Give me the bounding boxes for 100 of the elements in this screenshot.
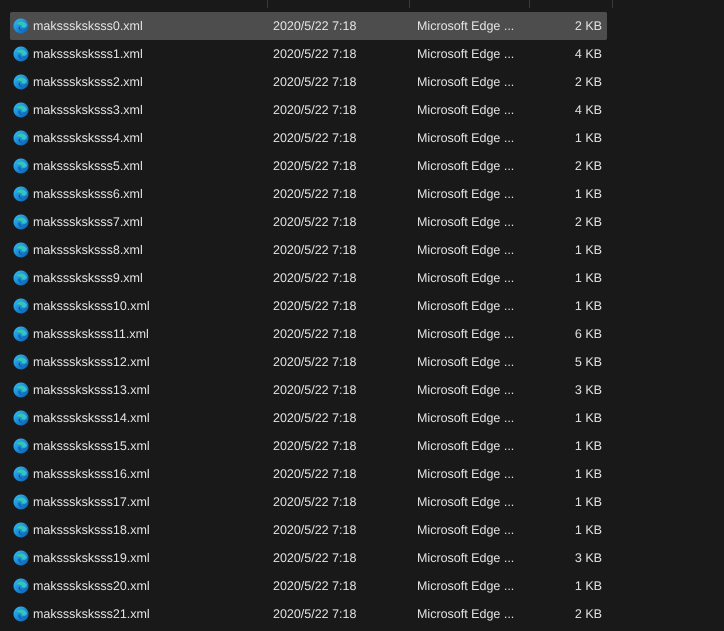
browser-icon <box>13 578 29 594</box>
file-type: Microsoft Edge ... <box>416 271 516 285</box>
file-name: maksssksksss18.xml <box>33 523 150 537</box>
file-name: maksssksksss0.xml <box>33 19 143 33</box>
file-name: maksssksksss7.xml <box>33 215 143 229</box>
file-type: Microsoft Edge ... <box>416 523 516 537</box>
modified-date: 2020/5/22 7:18 <box>272 495 358 509</box>
file-name: maksssksksss3.xml <box>33 103 143 117</box>
file-size: 2 KB <box>574 159 603 173</box>
file-row[interactable]: maksssksksss16.xml 2020/5/22 7:18 Microsoft Edge ... 1 KB <box>10 460 607 488</box>
file-name: maksssksksss14.xml <box>33 411 150 425</box>
file-name: maksssksksss6.xml <box>33 187 143 201</box>
file-row[interactable]: maksssksksss3.xml 2020/5/22 7:18 Microsoft Edge ... 4 KB <box>10 96 607 124</box>
file-size: 1 KB <box>574 271 603 285</box>
file-row[interactable]: maksssksksss14.xml 2020/5/22 7:18 Microsoft Edge ... 1 KB <box>10 404 607 432</box>
modified-date: 2020/5/22 7:18 <box>272 47 358 61</box>
modified-date: 2020/5/22 7:18 <box>272 131 358 145</box>
file-size: 1 KB <box>574 439 603 453</box>
file-name: maksssksksss21.xml <box>33 607 150 621</box>
modified-date: 2020/5/22 7:18 <box>272 355 358 369</box>
file-type: Microsoft Edge ... <box>416 19 516 33</box>
file-row[interactable]: maksssksksss6.xml 2020/5/22 7:18 Microsoft Edge ... 1 KB <box>10 180 607 208</box>
file-row[interactable]: maksssksksss4.xml 2020/5/22 7:18 Microsoft Edge ... 1 KB <box>10 124 607 152</box>
modified-date: 2020/5/22 7:18 <box>272 551 358 565</box>
file-name: maksssksksss12.xml <box>33 355 150 369</box>
browser-icon <box>13 186 29 202</box>
browser-icon <box>13 326 29 342</box>
browser-icon <box>13 102 29 118</box>
file-type: Microsoft Edge ... <box>416 439 516 453</box>
modified-date: 2020/5/22 7:18 <box>272 243 358 257</box>
file-row[interactable]: maksssksksss8.xml 2020/5/22 7:18 Microsoft Edge ... 1 KB <box>10 236 607 264</box>
file-size: 1 KB <box>574 299 603 313</box>
file-type: Microsoft Edge ... <box>416 327 516 341</box>
browser-icon <box>13 494 29 510</box>
file-row[interactable]: maksssksksss17.xml 2020/5/22 7:18 Microsoft Edge ... 1 KB <box>10 488 607 516</box>
modified-date: 2020/5/22 7:18 <box>272 159 358 173</box>
browser-icon <box>13 214 29 230</box>
file-name: maksssksksss13.xml <box>33 383 150 397</box>
file-size: 1 KB <box>574 579 603 593</box>
file-type: Microsoft Edge ... <box>416 495 516 509</box>
file-row[interactable]: maksssksksss0.xml 2020/5/22 7:18 Microsoft Edge ... 2 KB <box>10 12 607 40</box>
file-name: maksssksksss19.xml <box>33 551 150 565</box>
file-row[interactable]: maksssksksss1.xml 2020/5/22 7:18 Microsoft Edge ... 4 KB <box>10 40 607 68</box>
modified-date: 2020/5/22 7:18 <box>272 579 358 593</box>
file-row[interactable]: maksssksksss9.xml 2020/5/22 7:18 Microsoft Edge ... 1 KB <box>10 264 607 292</box>
file-name: maksssksksss11.xml <box>33 327 149 341</box>
file-row[interactable]: maksssksksss15.xml 2020/5/22 7:18 Microsoft Edge ... 1 KB <box>10 432 607 460</box>
browser-icon <box>13 130 29 146</box>
modified-date: 2020/5/22 7:18 <box>272 411 358 425</box>
file-type: Microsoft Edge ... <box>416 383 516 397</box>
modified-date: 2020/5/22 7:18 <box>272 19 358 33</box>
file-type: Microsoft Edge ... <box>416 607 516 621</box>
file-name: maksssksksss9.xml <box>33 271 143 285</box>
modified-date: 2020/5/22 7:18 <box>272 75 358 89</box>
file-name: maksssksksss4.xml <box>33 131 143 145</box>
browser-icon <box>13 606 29 622</box>
file-row[interactable]: maksssksksss21.xml 2020/5/22 7:18 Microsoft Edge ... 2 KB <box>10 600 607 628</box>
file-size: 2 KB <box>574 75 603 89</box>
browser-icon <box>13 270 29 286</box>
file-row[interactable]: maksssksksss12.xml 2020/5/22 7:18 Microsoft Edge ... 5 KB <box>10 348 607 376</box>
modified-date: 2020/5/22 7:18 <box>272 439 358 453</box>
browser-icon <box>13 46 29 62</box>
file-name: maksssksksss8.xml <box>33 243 143 257</box>
file-name: maksssksksss1.xml <box>33 47 143 61</box>
browser-icon <box>13 158 29 174</box>
file-size: 1 KB <box>574 411 603 425</box>
file-row[interactable]: maksssksksss2.xml 2020/5/22 7:18 Microsoft Edge ... 2 KB <box>10 68 607 96</box>
file-row[interactable]: maksssksksss18.xml 2020/5/22 7:18 Microsoft Edge ... 1 KB <box>10 516 607 544</box>
file-size: 2 KB <box>574 19 603 33</box>
file-type: Microsoft Edge ... <box>416 103 516 117</box>
browser-icon <box>13 242 29 258</box>
file-type: Microsoft Edge ... <box>416 299 516 313</box>
file-type: Microsoft Edge ... <box>416 47 516 61</box>
file-type: Microsoft Edge ... <box>416 579 516 593</box>
modified-date: 2020/5/22 7:18 <box>272 187 358 201</box>
file-row[interactable]: maksssksksss13.xml 2020/5/22 7:18 Microsoft Edge ... 3 KB <box>10 376 607 404</box>
file-row[interactable]: maksssksksss19.xml 2020/5/22 7:18 Microsoft Edge ... 3 KB <box>10 544 607 572</box>
modified-date: 2020/5/22 7:18 <box>272 467 358 481</box>
file-type: Microsoft Edge ... <box>416 215 516 229</box>
file-row[interactable]: maksssksksss7.xml 2020/5/22 7:18 Microsoft Edge ... 2 KB <box>10 208 607 236</box>
file-size: 1 KB <box>574 243 603 257</box>
file-row[interactable]: maksssksksss11.xml 2020/5/22 7:18 Microsoft Edge ... 6 KB <box>10 320 607 348</box>
file-size: 1 KB <box>574 187 603 201</box>
browser-icon <box>13 354 29 370</box>
file-type: Microsoft Edge ... <box>416 355 516 369</box>
file-row[interactable]: maksssksksss10.xml 2020/5/22 7:18 Microsoft Edge ... 1 KB <box>10 292 607 320</box>
file-size: 3 KB <box>574 383 603 397</box>
file-type: Microsoft Edge ... <box>416 131 516 145</box>
file-row[interactable]: maksssksksss20.xml 2020/5/22 7:18 Microsoft Edge ... 1 KB <box>10 572 607 600</box>
modified-date: 2020/5/22 7:18 <box>272 607 358 621</box>
file-size: 2 KB <box>574 607 603 621</box>
file-type: Microsoft Edge ... <box>416 75 516 89</box>
file-type: Microsoft Edge ... <box>416 243 516 257</box>
browser-icon <box>13 410 29 426</box>
file-name: maksssksksss15.xml <box>33 439 150 453</box>
modified-date: 2020/5/22 7:18 <box>272 383 358 397</box>
file-name: maksssksksss17.xml <box>33 495 150 509</box>
file-row[interactable]: maksssksksss5.xml 2020/5/22 7:18 Microsoft Edge ... 2 KB <box>10 152 607 180</box>
browser-icon <box>13 550 29 566</box>
modified-date: 2020/5/22 7:18 <box>272 271 358 285</box>
